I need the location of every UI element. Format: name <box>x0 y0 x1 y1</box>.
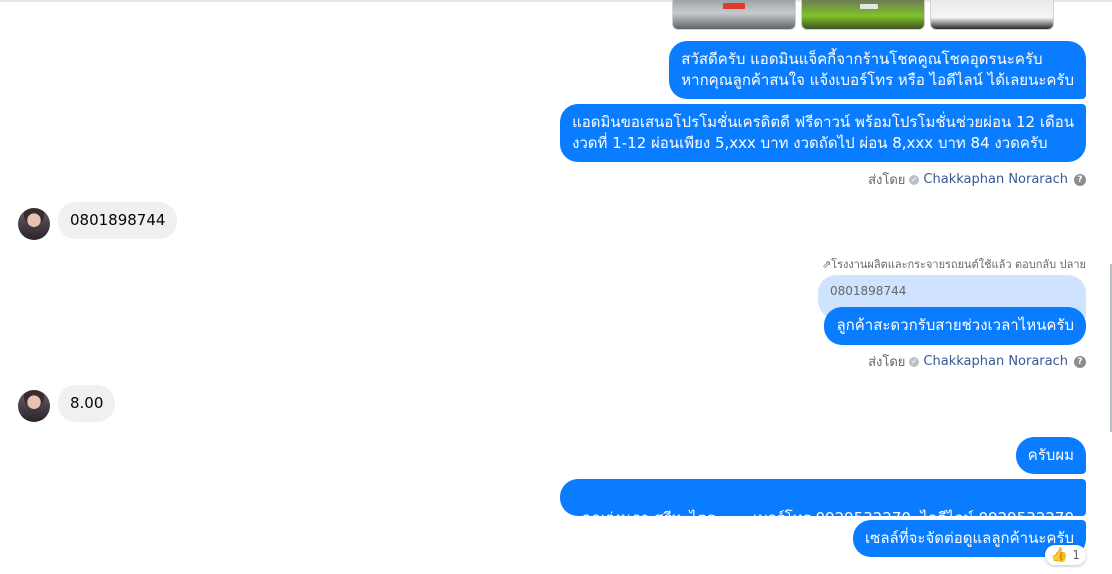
outgoing-message[interactable]: แอดมินขอเสนอโปรโมชั่นเครดิตดี ฟรีดาวน์ พ… <box>560 104 1086 162</box>
sent-by-prefix: ส่งโดย <box>868 173 906 188</box>
avatar[interactable] <box>18 390 50 422</box>
reply-label: ⇗โรงงานผลิตและกระจายรถยนต์ใช้แล้ว ตอบกลั… <box>822 255 1086 273</box>
message-line: แอดมินขอเสนอโปรโมชั่นเครดิตดี ฟรีดาวน์ พ… <box>572 113 1074 131</box>
sender-name[interactable]: Chakkaphan Norarach <box>923 172 1068 187</box>
sender-name[interactable]: Chakkaphan Norarach <box>923 354 1068 369</box>
quoted-text: 0801898744 <box>830 284 907 298</box>
message-text: ครับผม <box>1027 446 1074 464</box>
reaction-count: 1 <box>1072 548 1080 562</box>
reply-label-text: โรงงานผลิตและกระจายรถยนต์ใช้แล้ว ตอบกลับ… <box>831 258 1086 271</box>
message-text: 0801898744 <box>70 211 166 229</box>
thumbs-up-icon: 👍 <box>1050 547 1069 563</box>
sent-by-label: ส่งโดย ✓ Chakkaphan Norarach ? <box>868 169 1086 190</box>
sent-by-prefix: ส่งโดย <box>868 355 906 370</box>
check-circle-icon: ✓ <box>909 174 920 185</box>
outgoing-message[interactable]: สวัสดีครับ แอดมินแจ็คกี้จากร้านโชคคูณโชค… <box>669 41 1086 99</box>
message-line: สวัสดีครับ แอดมินแจ็คกี้จากร้านโชคคูณโชค… <box>681 50 1043 68</box>
message-text: 8.00 <box>70 394 104 412</box>
car-image-thumbnail[interactable] <box>930 0 1054 30</box>
image-attachments <box>672 0 1054 30</box>
message-line: งวดที่ 1-12 ผ่อนเพียง 5,xxx บาท งวดถัดไป… <box>572 134 1048 152</box>
reaction-badge[interactable]: 👍 1 <box>1044 545 1086 565</box>
check-circle-icon: ✓ <box>909 356 920 367</box>
car-image-thumbnail[interactable] <box>801 0 925 30</box>
message-line: หากคุณลูกค้าสนใจ แจ้งเบอร์โทร หรือ ไอดีไ… <box>681 71 1074 89</box>
question-circle-icon[interactable]: ? <box>1074 355 1086 368</box>
sent-by-label: ส่งโดย ✓ Chakkaphan Norarach ? <box>868 351 1086 372</box>
message-text: ลูกค้าสะดวกรับสายช่วงเวลาไหนครับ <box>836 316 1074 334</box>
avatar[interactable] <box>18 208 50 240</box>
outgoing-message[interactable]: ลูกค้าสะดวกรับสายช่วงเวลาไหนครับ <box>824 307 1086 345</box>
outgoing-message[interactable]: ครับผม <box>1015 437 1086 474</box>
outgoing-message[interactable]: คุณรุ่งนภา ศรีหะไตร เบอร์โทร 0929532270 … <box>559 479 1086 527</box>
incoming-message[interactable]: 8.00 <box>58 385 116 422</box>
incoming-message[interactable]: 0801898744 <box>58 202 178 239</box>
reply-arrow-icon: ⇗ <box>821 258 832 271</box>
question-circle-icon[interactable]: ? <box>1074 173 1086 186</box>
car-image-thumbnail[interactable] <box>672 0 796 30</box>
message-text: เซลล์ที่จะจัดต่อดูแลลูกค้านะครับ <box>865 529 1074 547</box>
